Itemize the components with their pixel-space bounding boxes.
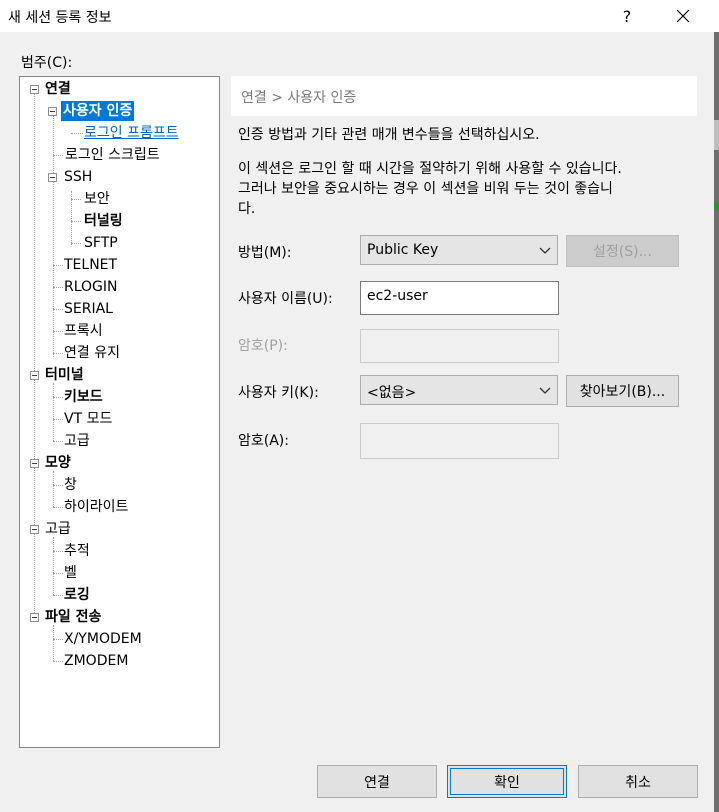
tree-item-advanced[interactable]: 고급 bbox=[45, 519, 71, 539]
tree-item-highlight[interactable]: 하이라이트 bbox=[64, 497, 128, 517]
description-text: 이 섹션은 로그인 할 때 시간을 절약하기 위해 사용할 수 있습니다. bbox=[238, 161, 622, 177]
help-button[interactable]: ? bbox=[604, 0, 650, 32]
window-title: 새 세션 등록 정보 bbox=[8, 10, 112, 26]
tree-item-login-script[interactable]: 로그인 스크립트 bbox=[65, 145, 160, 165]
tree-item-window[interactable]: 창 bbox=[64, 475, 77, 495]
method-value: Public Key bbox=[367, 242, 439, 258]
tree-item-appearance[interactable]: 모양 bbox=[45, 453, 71, 473]
method-label: 방법(M): bbox=[238, 245, 292, 261]
tree-collapse-icon[interactable] bbox=[48, 173, 57, 182]
tree-item-login-prompt[interactable]: 로그인 프롬프트 bbox=[84, 123, 179, 143]
tree-collapse-icon[interactable] bbox=[30, 371, 39, 380]
tree-collapse-icon[interactable] bbox=[30, 525, 39, 534]
tree-collapse-icon[interactable] bbox=[48, 107, 57, 116]
tree-item-file-transfer[interactable]: 파일 전송 bbox=[45, 607, 101, 627]
tree-item-user-auth[interactable]: 사용자 인증 bbox=[61, 101, 135, 121]
userkey-label: 사용자 키(K): bbox=[238, 385, 319, 401]
background-window-edge bbox=[714, 32, 719, 812]
settings-button[interactable]: 설정(S)... bbox=[566, 235, 679, 267]
ok-button[interactable]: 확인 bbox=[447, 765, 567, 798]
tree-item-proxy[interactable]: 프록시 bbox=[64, 321, 103, 341]
tree-item-trace[interactable]: 추적 bbox=[64, 541, 90, 561]
tree-item-terminal-advanced[interactable]: 고급 bbox=[64, 431, 90, 451]
tree-item-serial[interactable]: SERIAL bbox=[64, 299, 113, 319]
close-button[interactable] bbox=[660, 0, 706, 32]
description-text: 다. bbox=[238, 201, 256, 217]
chevron-down-icon bbox=[539, 387, 551, 394]
tree-item-logging[interactable]: 로깅 bbox=[64, 585, 90, 605]
category-tree[interactable]: 연결 사용자 인증 로그인 프롬프트 로그인 스크립트 SSH 보안 터널링 S… bbox=[19, 76, 220, 748]
category-label: 범주(C): bbox=[21, 55, 73, 71]
tree-item-tunneling[interactable]: 터널링 bbox=[84, 211, 123, 231]
tree-item-bell[interactable]: 벨 bbox=[64, 563, 77, 583]
username-label: 사용자 이름(U): bbox=[238, 291, 333, 307]
cancel-button[interactable]: 취소 bbox=[578, 765, 698, 798]
connect-button[interactable]: 연결 bbox=[317, 765, 437, 798]
tree-item-keep-alive[interactable]: 연결 유지 bbox=[64, 343, 120, 363]
tree-collapse-icon[interactable] bbox=[30, 459, 39, 468]
password-label: 암호(P): bbox=[238, 338, 288, 354]
tree-item-sftp[interactable]: SFTP bbox=[84, 233, 118, 253]
browse-button[interactable]: 찾아보기(B)... bbox=[566, 375, 679, 407]
passphrase-label: 암호(A): bbox=[238, 433, 289, 449]
method-select[interactable]: Public Key bbox=[360, 235, 558, 265]
username-input[interactable]: ec2-user bbox=[360, 281, 559, 315]
tree-item-keyboard[interactable]: 키보드 bbox=[64, 387, 103, 407]
tree-item-rlogin[interactable]: RLOGIN bbox=[64, 277, 118, 297]
description-text: 그러나 보안을 중요시하는 경우 이 섹션을 비워 두는 것이 좋습니 bbox=[238, 181, 613, 197]
title-bar: 새 세션 등록 정보 ? bbox=[0, 0, 719, 32]
passphrase-input[interactable] bbox=[360, 423, 559, 459]
tree-item-terminal[interactable]: 터미널 bbox=[45, 365, 84, 385]
tree-item-xymodem[interactable]: X/YMODEM bbox=[64, 629, 142, 649]
tree-collapse-icon[interactable] bbox=[30, 613, 39, 622]
tree-item-vt-mode[interactable]: VT 모드 bbox=[64, 409, 112, 429]
close-icon bbox=[676, 9, 690, 23]
tree-item-connection[interactable]: 연결 bbox=[45, 79, 71, 99]
userkey-select[interactable]: <없음> bbox=[360, 375, 558, 405]
breadcrumb: 연결 > 사용자 인증 bbox=[231, 76, 697, 116]
chevron-down-icon bbox=[539, 247, 551, 254]
tree-item-telnet[interactable]: TELNET bbox=[64, 255, 117, 275]
tree-item-ssh[interactable]: SSH bbox=[64, 167, 92, 187]
userkey-value: <없음> bbox=[367, 385, 417, 401]
description-text: 인증 방법과 기타 관련 매개 변수들을 선택하십시오. bbox=[238, 127, 540, 143]
tree-collapse-icon[interactable] bbox=[30, 85, 39, 94]
tree-item-zmodem[interactable]: ZMODEM bbox=[64, 651, 128, 671]
password-input[interactable] bbox=[360, 329, 559, 363]
tree-item-security[interactable]: 보안 bbox=[84, 189, 110, 209]
